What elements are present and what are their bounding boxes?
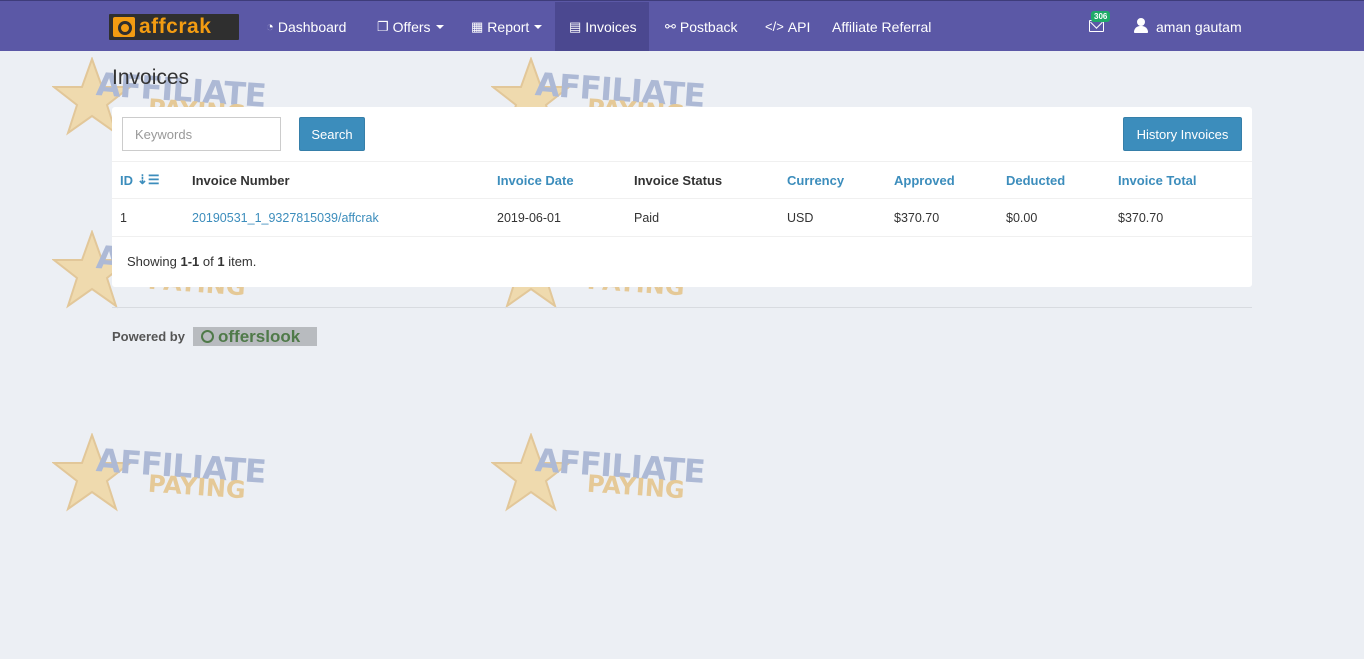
mail-count-badge: 306	[1091, 11, 1111, 22]
watermark: AFFILIATE PAYING	[52, 433, 277, 515]
cell-id: 1	[120, 210, 127, 225]
offers-icon: ❐	[377, 18, 389, 34]
cell-currency: USD	[787, 210, 814, 225]
cell-approved: $370.70	[894, 210, 940, 225]
search-button[interactable]: Search	[299, 117, 365, 151]
dashboard-icon: ◔	[266, 19, 274, 34]
history-invoices-button[interactable]: History Invoices	[1123, 117, 1242, 151]
brand-logo[interactable]: affcrak	[109, 14, 239, 40]
invoices-icon: ▤	[569, 18, 582, 34]
brand-logo-mark	[113, 17, 135, 37]
column-invoice-number: Invoice Number	[192, 172, 290, 188]
chevron-down-icon	[534, 24, 543, 29]
nav-postback-label: Postback	[679, 18, 738, 35]
nav-api[interactable]: </> API	[765, 2, 810, 51]
nav-offers-label: Offers	[392, 18, 431, 35]
column-deducted[interactable]: Deducted	[1006, 162, 1065, 198]
page-title: Invoices	[112, 66, 190, 89]
offerslook-logo[interactable]: offerslook	[193, 327, 317, 346]
search-input[interactable]	[122, 117, 281, 151]
column-id[interactable]: ID ⇣☰	[120, 162, 160, 198]
column-approved[interactable]: Approved	[894, 162, 955, 198]
invoice-number-link[interactable]: 20190531_1_9327815039/affcrak	[192, 199, 379, 236]
report-icon: ▦	[471, 18, 484, 34]
chevron-down-icon	[435, 24, 444, 29]
sort-desc-icon: ⇣☰	[137, 172, 160, 187]
nav-dashboard-label: Dashboard	[277, 18, 347, 35]
nav-postback[interactable]: ⚯ Postback	[665, 2, 738, 51]
watermark: AFFILIATE PAYING	[491, 433, 716, 515]
nav-report[interactable]: ▦ Report	[471, 2, 543, 51]
user-menu[interactable]: aman gautam	[1156, 2, 1242, 51]
nav-report-label: Report	[487, 18, 530, 35]
link-icon: ⚯	[665, 18, 676, 34]
user-icon	[1134, 18, 1148, 34]
nav-invoices-label: Invoices	[585, 18, 637, 35]
nav-api-label: API	[787, 18, 811, 35]
nav-affiliate-referral-label: Affiliate Referral	[832, 18, 932, 35]
offerslook-logo-mark	[201, 330, 214, 343]
pagination-summary: Showing 1-1 of 1 item.	[127, 254, 257, 269]
powered-by-label: Powered by	[112, 329, 185, 344]
table-row: 1 20190531_1_9327815039/affcrak 2019-06-…	[112, 199, 1252, 237]
cell-invoice-total: $370.70	[1118, 210, 1164, 225]
nav-offers[interactable]: ❐ Offers	[377, 2, 444, 51]
offerslook-logo-text: offerslook	[218, 327, 301, 346]
cell-invoice-status: Paid	[634, 210, 660, 225]
column-invoice-status: Invoice Status	[634, 172, 723, 188]
column-currency[interactable]: Currency	[787, 162, 844, 198]
brand-name: affcrak	[139, 15, 212, 38]
column-invoice-date[interactable]: Invoice Date	[497, 162, 574, 198]
footer-divider	[112, 307, 1252, 308]
cell-deducted: $0.00	[1006, 210, 1038, 225]
nav-affiliate-referral[interactable]: Affiliate Referral	[832, 2, 931, 51]
nav-invoices[interactable]: ▤ Invoices	[555, 2, 649, 51]
star-icon	[52, 433, 132, 512]
star-icon	[491, 433, 571, 512]
invoices-panel: Search History Invoices ID ⇣☰ Invoice Nu…	[112, 107, 1252, 287]
cell-invoice-date: 2019-06-01	[497, 210, 561, 225]
nav-dashboard[interactable]: ◔ Dashboard	[266, 2, 346, 51]
top-navbar: affcrak ◔ Dashboard ❐ Offers ▦ Report ▤ …	[0, 0, 1364, 51]
table-header: ID ⇣☰ Invoice Number Invoice Date Invoic…	[112, 161, 1252, 199]
column-invoice-total[interactable]: Invoice Total	[1118, 162, 1197, 198]
code-icon: </>	[765, 19, 784, 34]
